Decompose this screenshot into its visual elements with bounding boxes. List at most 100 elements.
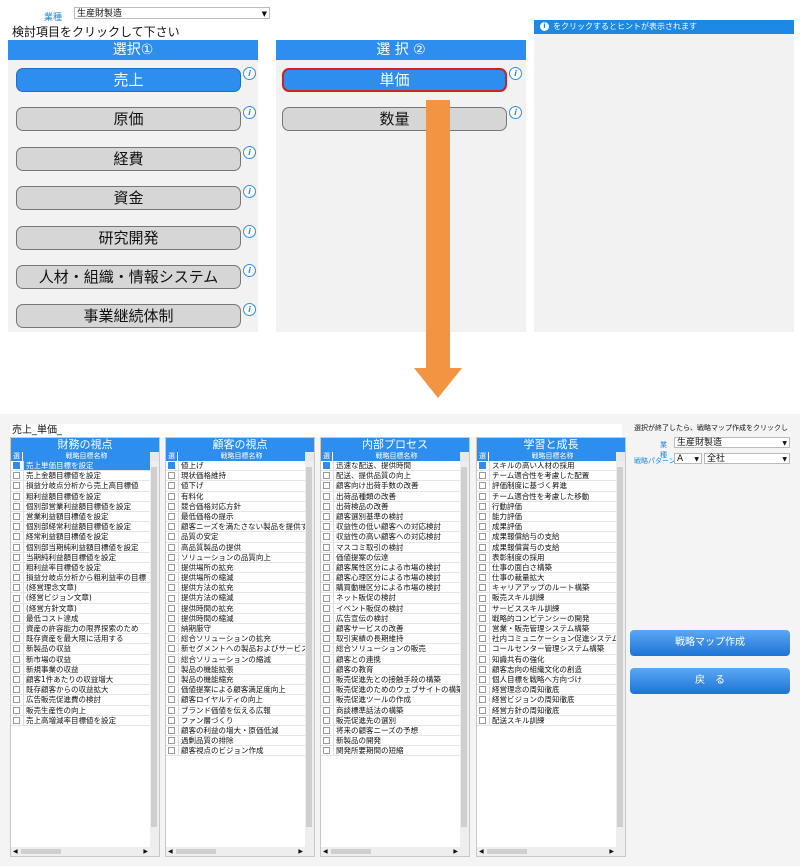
- goal-row[interactable]: 収益性の低い顧客への対応検討: [321, 522, 460, 533]
- goal-row[interactable]: 新市場の収益: [11, 654, 150, 665]
- goal-checkbox[interactable]: [168, 584, 175, 592]
- goal-row[interactable]: チーム適合性を考慮した配置: [477, 471, 616, 482]
- scroll-left-icon[interactable]: ◀: [168, 847, 173, 856]
- goal-checkbox[interactable]: [13, 482, 20, 490]
- goal-row[interactable]: 社内コミュニケーション促進システム構: [477, 634, 616, 645]
- info-icon[interactable]: i: [243, 106, 256, 119]
- goal-row[interactable]: 値下げ: [166, 481, 305, 492]
- goal-checkbox[interactable]: [13, 523, 20, 531]
- goal-checkbox[interactable]: [168, 645, 175, 653]
- goal-checkbox[interactable]: [479, 594, 486, 602]
- goal-row[interactable]: 総合ソリューションの拡充: [166, 634, 305, 645]
- goal-checkbox[interactable]: [479, 696, 486, 704]
- goal-row[interactable]: 粗利益率目標値を設定: [11, 562, 150, 574]
- category-button-business-continuity[interactable]: 事業継続体制: [16, 304, 241, 328]
- goal-row[interactable]: ブランド価値を伝える広報: [166, 705, 305, 716]
- goal-checkbox[interactable]: [168, 747, 175, 755]
- scope-select[interactable]: 全社 ▼: [704, 453, 790, 464]
- goal-checkbox[interactable]: [168, 676, 175, 684]
- goal-row[interactable]: 売上金額目標値を設定: [11, 471, 150, 482]
- goal-checkbox[interactable]: [323, 747, 330, 755]
- goal-checkbox[interactable]: [479, 645, 486, 653]
- create-strategy-map-button[interactable]: 戦略マップ作成: [630, 630, 790, 656]
- scroll-right-icon[interactable]: ▶: [453, 847, 458, 856]
- goal-checkbox[interactable]: [479, 543, 486, 551]
- goal-checkbox[interactable]: [479, 533, 486, 541]
- goal-row[interactable]: 新規事業の収益: [11, 664, 150, 675]
- goal-row[interactable]: イベント販促の検討: [321, 603, 460, 614]
- goal-checkbox[interactable]: [323, 502, 330, 510]
- scroll-thumb[interactable]: [617, 467, 623, 827]
- subcategory-button-quantity[interactable]: 数量: [282, 107, 507, 131]
- goal-row[interactable]: 有料化: [166, 491, 305, 502]
- scroll-left-icon[interactable]: ◀: [323, 847, 328, 856]
- goal-row[interactable]: 戦略的コンピテンシーの開発: [477, 613, 616, 624]
- goal-checkbox[interactable]: [323, 492, 330, 500]
- goal-row[interactable]: 損益分岐点分析から売上高目標値: [11, 481, 150, 492]
- goal-checkbox[interactable]: [479, 462, 486, 470]
- horizontal-scrollbar[interactable]: ◀ ▶: [11, 847, 159, 856]
- goal-row[interactable]: 提供方法の拡充: [166, 583, 305, 594]
- vertical-scrollbar[interactable]: [460, 461, 469, 847]
- goal-row[interactable]: 資産の許容能力の限界探索のため: [11, 624, 150, 635]
- goal-row[interactable]: 広告宣伝の検討: [321, 613, 460, 624]
- goal-checkbox[interactable]: [323, 686, 330, 694]
- goal-checkbox[interactable]: [479, 676, 486, 684]
- goal-checkbox[interactable]: [479, 502, 486, 510]
- goal-row[interactable]: コールセンター管理システム構築: [477, 644, 616, 655]
- goal-checkbox[interactable]: [168, 665, 175, 673]
- goal-checkbox[interactable]: [13, 716, 20, 724]
- goal-checkbox[interactable]: [168, 706, 175, 714]
- goal-checkbox[interactable]: [479, 584, 486, 592]
- goal-row[interactable]: 商談標準話法の構築: [321, 705, 460, 716]
- goal-checkbox[interactable]: [479, 523, 486, 531]
- info-icon[interactable]: i: [243, 185, 256, 198]
- goal-checkbox[interactable]: [168, 462, 175, 470]
- horizontal-scrollbar[interactable]: ◀ ▶: [321, 847, 469, 856]
- goal-checkbox[interactable]: [13, 625, 20, 633]
- goal-checkbox[interactable]: [13, 706, 20, 714]
- goal-checkbox[interactable]: [479, 472, 486, 480]
- goal-checkbox[interactable]: [13, 635, 20, 643]
- goal-row[interactable]: 顧客選別基準の検討: [321, 511, 460, 523]
- goal-checkbox[interactable]: [168, 574, 175, 582]
- goal-checkbox[interactable]: [13, 604, 20, 612]
- info-icon[interactable]: i: [509, 106, 522, 119]
- goal-checkbox[interactable]: [479, 482, 486, 490]
- goal-checkbox[interactable]: [323, 726, 330, 734]
- goal-checkbox[interactable]: [168, 543, 175, 551]
- goal-row[interactable]: 将来の顧客ニーズの予想: [321, 725, 460, 737]
- subcategory-button-unit-price[interactable]: 単価: [282, 68, 507, 92]
- goal-checkbox[interactable]: [168, 523, 175, 531]
- scroll-thumb[interactable]: [487, 849, 527, 854]
- goal-row[interactable]: 製品の機能拡張: [166, 664, 305, 675]
- goal-row[interactable]: 販売促進先との接触手段の構築: [321, 674, 460, 686]
- goal-checkbox[interactable]: [479, 553, 486, 561]
- goal-checkbox[interactable]: [13, 533, 20, 541]
- goal-checkbox[interactable]: [13, 543, 20, 551]
- goal-row[interactable]: (経営方針文章): [11, 603, 150, 614]
- goal-row[interactable]: ソリューションの品質向上: [166, 552, 305, 563]
- goal-row[interactable]: 成果評価: [477, 522, 616, 533]
- goal-row[interactable]: 顧客志向の組織文化の創造: [477, 664, 616, 675]
- goal-checkbox[interactable]: [479, 686, 486, 694]
- goal-checkbox[interactable]: [323, 513, 330, 521]
- goal-row[interactable]: ファン層づくり: [166, 715, 305, 726]
- scroll-left-icon[interactable]: ◀: [13, 847, 18, 856]
- scroll-right-icon[interactable]: ▶: [298, 847, 303, 856]
- goal-row[interactable]: 納期厳守: [166, 624, 305, 635]
- goal-row[interactable]: 出荷品種類の改善: [321, 491, 460, 502]
- goal-row[interactable]: 高品質製品の提供: [166, 542, 305, 553]
- goal-checkbox[interactable]: [323, 472, 330, 480]
- goal-row[interactable]: 現状価格維持: [166, 471, 305, 482]
- goal-row[interactable]: 関発所要期間の短縮: [321, 746, 460, 757]
- goal-row[interactable]: 顧客心理区分による市場の検討: [321, 573, 460, 584]
- category-button-expenses[interactable]: 経費: [16, 147, 241, 171]
- goal-row[interactable]: 収益性の高い顧客への対応検討: [321, 532, 460, 543]
- goal-checkbox[interactable]: [13, 563, 20, 571]
- scroll-thumb[interactable]: [151, 467, 157, 827]
- goal-checkbox[interactable]: [13, 574, 20, 582]
- goal-checkbox[interactable]: [479, 604, 486, 612]
- goal-row[interactable]: 顧客ニーズを満たさない製品を提供する: [166, 522, 305, 533]
- goal-checkbox[interactable]: [13, 492, 20, 500]
